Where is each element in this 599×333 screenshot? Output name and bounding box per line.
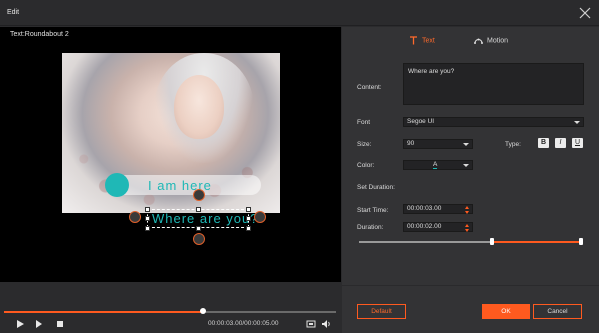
- duration-start-knob[interactable]: [490, 238, 495, 245]
- font-value: Segoe UI: [407, 118, 435, 125]
- tab-bar: Text Motion: [342, 27, 599, 55]
- title-bar: Edit: [0, 0, 599, 26]
- color-swatch-letter: A: [433, 161, 438, 169]
- cancel-button[interactable]: Cancel: [533, 304, 582, 319]
- italic-button[interactable]: I: [555, 138, 566, 148]
- resize-handle-tr[interactable]: [246, 207, 251, 212]
- underline-button[interactable]: U: [572, 138, 583, 148]
- resize-handle-ml[interactable]: [145, 216, 150, 221]
- spin-up-icon[interactable]: [465, 206, 469, 209]
- resize-handle-tl[interactable]: [145, 207, 150, 212]
- size-label: Size:: [357, 141, 372, 148]
- resize-handle-bm[interactable]: [196, 226, 201, 231]
- move-handle-icon[interactable]: [193, 233, 205, 245]
- chevron-down-icon: [463, 164, 469, 167]
- divider: [342, 285, 599, 286]
- start-time-input[interactable]: 00:00:03.00: [403, 204, 473, 214]
- motion-icon: [474, 38, 483, 44]
- playback-bar: 00:00:03.00/00:00:05.00: [0, 282, 341, 333]
- start-time-value: 00:00:03.00: [407, 205, 442, 212]
- flip-left-icon[interactable]: [129, 211, 141, 223]
- spin-down-icon[interactable]: [465, 229, 469, 232]
- spin-down-icon[interactable]: [465, 211, 469, 214]
- start-time-label: Start Time:: [357, 207, 389, 214]
- color-select[interactable]: A: [403, 160, 473, 170]
- play-next-icon[interactable]: [34, 319, 44, 329]
- size-select[interactable]: 90: [403, 139, 473, 149]
- image-flowers: [62, 123, 280, 213]
- duration-label: Duration:: [357, 224, 384, 231]
- resize-handle-mr[interactable]: [246, 216, 251, 221]
- window-title: Edit: [7, 9, 20, 16]
- type-label: Type:: [505, 141, 521, 148]
- chevron-down-icon: [574, 121, 580, 124]
- set-duration-label: Set Duration:: [357, 184, 395, 191]
- font-label: Font: [357, 119, 371, 126]
- tab-text-label: Text: [422, 37, 435, 45]
- spin-up-icon[interactable]: [465, 224, 469, 227]
- snapshot-icon[interactable]: [306, 319, 316, 329]
- flip-right-icon[interactable]: [254, 211, 266, 223]
- volume-icon[interactable]: [321, 319, 331, 329]
- rotate-handle-icon[interactable]: [193, 189, 205, 201]
- resize-handle-br[interactable]: [246, 226, 251, 231]
- stop-icon[interactable]: [55, 319, 65, 329]
- color-label: Color:: [357, 162, 375, 169]
- resize-handle-bl[interactable]: [145, 226, 150, 231]
- duration-value: 00:00:02.00: [407, 223, 442, 230]
- text-overlay-circle: [105, 173, 129, 197]
- edit-panel: Text Motion Content: Where are you? Font…: [342, 27, 599, 333]
- duration-input[interactable]: 00:00:02.00: [403, 222, 473, 232]
- tab-motion-label: Motion: [487, 37, 509, 45]
- duration-end-knob[interactable]: [579, 238, 583, 245]
- preview-label: Text:Roundabout 2: [10, 31, 69, 38]
- content-value: Where are you?: [408, 68, 455, 75]
- progress-knob[interactable]: [200, 308, 207, 314]
- play-icon[interactable]: [15, 319, 25, 329]
- content-textarea[interactable]: Where are you?: [403, 63, 584, 105]
- text-t-icon: [410, 36, 417, 45]
- duration-range-track[interactable]: [359, 238, 583, 245]
- bold-button[interactable]: B: [538, 138, 549, 148]
- tab-motion[interactable]: Motion: [474, 36, 508, 45]
- size-value: 90: [407, 140, 415, 147]
- progress-fill: [4, 311, 204, 313]
- resize-handle-tm[interactable]: [196, 207, 201, 212]
- close-icon[interactable]: [579, 7, 591, 19]
- font-select[interactable]: Segoe UI: [403, 117, 584, 127]
- progress-track[interactable]: [4, 308, 336, 314]
- ok-button[interactable]: OK: [482, 304, 530, 319]
- default-button[interactable]: Default: [357, 304, 406, 319]
- duration-range-fill: [492, 241, 581, 243]
- content-label: Content:: [357, 84, 382, 91]
- time-readout: 00:00:03.00/00:00:05.00: [208, 320, 279, 327]
- chevron-down-icon: [463, 143, 469, 146]
- tab-text[interactable]: Text: [409, 36, 435, 45]
